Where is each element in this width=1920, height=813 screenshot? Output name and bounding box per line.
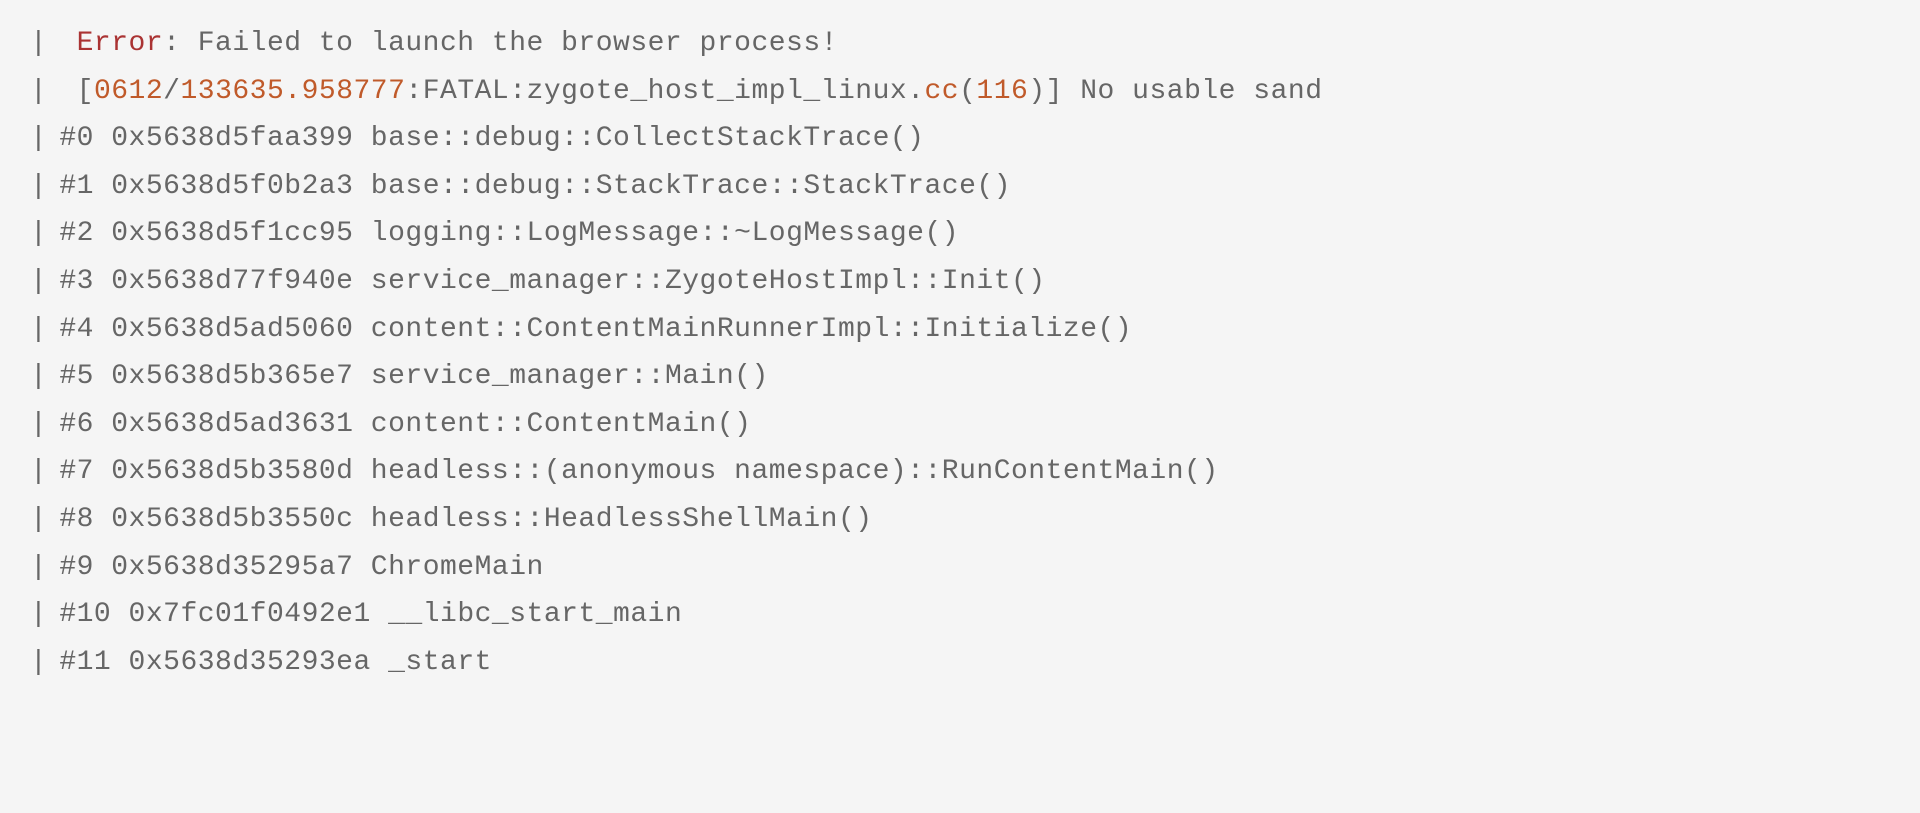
frame-symbol: base::debug::StackTrace::StackTrace() xyxy=(371,171,1011,202)
frame-symbol: __libc_start_main xyxy=(388,599,682,630)
pipe-char: | xyxy=(30,218,47,249)
pipe-char: | xyxy=(30,314,47,345)
frame-address: 0x7fc01f0492e1 xyxy=(129,599,371,630)
frame-index: #6 xyxy=(59,409,94,440)
stack-frame: | #5 0x5638d5b365e7 service_manager::Main… xyxy=(30,353,1890,401)
pipe-char: | xyxy=(30,171,47,202)
fatal-time: 133635.958777 xyxy=(180,76,405,107)
frame-index: #4 xyxy=(59,314,94,345)
frame-symbol: headless::HeadlessShellMain() xyxy=(371,504,873,535)
stack-frame: | #4 0x5638d5ad5060 content::ContentMainR… xyxy=(30,306,1890,354)
frame-index: #9 xyxy=(59,552,94,583)
stack-frame: | #1 0x5638d5f0b2a3 base::debug::StackTra… xyxy=(30,163,1890,211)
frame-symbol: headless::(anonymous namespace)::RunCont… xyxy=(371,456,1219,487)
stack-frame: | #6 0x5638d5ad3631 content::ContentMain(… xyxy=(30,401,1890,449)
stack-frame: | #8 0x5638d5b3550c headless::HeadlessShe… xyxy=(30,496,1890,544)
frame-address: 0x5638d35293ea xyxy=(129,647,371,678)
error-message: Failed to launch the browser process! xyxy=(198,28,838,59)
pipe-char: | xyxy=(30,647,47,678)
fatal-line: | [0612/133635.958777:FATAL:zygote_host_… xyxy=(30,68,1890,116)
frame-index: #8 xyxy=(59,504,94,535)
paren-open: ( xyxy=(959,76,976,107)
stack-frame: | #7 0x5638d5b3580d headless::(anonymous … xyxy=(30,448,1890,496)
frame-index: #3 xyxy=(59,266,94,297)
frame-address: 0x5638d5ad3631 xyxy=(111,409,353,440)
stack-trace: | #0 0x5638d5faa399 base::debug::CollectS… xyxy=(30,115,1890,686)
stack-frame: | #11 0x5638d35293ea _start xyxy=(30,639,1890,687)
frame-symbol: logging::LogMessage::~LogMessage() xyxy=(371,218,959,249)
bracket-open: [ xyxy=(77,76,94,107)
frame-symbol: base::debug::CollectStackTrace() xyxy=(371,123,925,154)
pipe-char: | xyxy=(30,456,47,487)
frame-address: 0x5638d5faa399 xyxy=(111,123,353,154)
fatal-ext: cc xyxy=(925,76,960,107)
stack-frame: | #10 0x7fc01f0492e1 __libc_start_main xyxy=(30,591,1890,639)
pipe-char: | xyxy=(30,504,47,535)
frame-address: 0x5638d5b3550c xyxy=(111,504,353,535)
slash: / xyxy=(163,76,180,107)
paren-close: )] xyxy=(1028,76,1063,107)
error-label: Error xyxy=(77,28,164,59)
frame-address: 0x5638d77f940e xyxy=(111,266,353,297)
stack-frame: | #0 0x5638d5faa399 base::debug::CollectS… xyxy=(30,115,1890,163)
fatal-msg: No usable sand xyxy=(1063,76,1323,107)
stack-frame: | #3 0x5638d77f940e service_manager::Zygo… xyxy=(30,258,1890,306)
frame-symbol: ChromeMain xyxy=(371,552,544,583)
pipe-char: | xyxy=(30,123,47,154)
frame-index: #5 xyxy=(59,361,94,392)
error-line: | Error: Failed to launch the browser pr… xyxy=(30,20,1890,68)
fatal-file: zygote_host_impl_linux. xyxy=(527,76,925,107)
frame-index: #10 xyxy=(59,599,111,630)
frame-symbol: service_manager::Main() xyxy=(371,361,769,392)
pipe-char: | xyxy=(30,266,47,297)
fatal-linenum: 116 xyxy=(976,76,1028,107)
frame-symbol: content::ContentMain() xyxy=(371,409,752,440)
frame-symbol: service_manager::ZygoteHostImpl::Init() xyxy=(371,266,1046,297)
frame-index: #0 xyxy=(59,123,94,154)
pipe-char: | xyxy=(30,552,47,583)
frame-index: #11 xyxy=(59,647,111,678)
pipe-char: | xyxy=(30,28,47,59)
frame-symbol: content::ContentMainRunnerImpl::Initiali… xyxy=(371,314,1132,345)
stack-frame: | #2 0x5638d5f1cc95 logging::LogMessage::… xyxy=(30,210,1890,258)
stack-frame: | #9 0x5638d35295a7 ChromeMain xyxy=(30,544,1890,592)
error-sep: : xyxy=(163,28,198,59)
frame-address: 0x5638d35295a7 xyxy=(111,552,353,583)
frame-address: 0x5638d5b3580d xyxy=(111,456,353,487)
pipe-char: | xyxy=(30,599,47,630)
frame-index: #7 xyxy=(59,456,94,487)
pipe-char: | xyxy=(30,76,47,107)
frame-address: 0x5638d5f0b2a3 xyxy=(111,171,353,202)
pipe-char: | xyxy=(30,409,47,440)
fatal-level: :FATAL: xyxy=(405,76,526,107)
frame-symbol: _start xyxy=(388,647,492,678)
fatal-date: 0612 xyxy=(94,76,163,107)
frame-index: #2 xyxy=(59,218,94,249)
frame-address: 0x5638d5f1cc95 xyxy=(111,218,353,249)
frame-index: #1 xyxy=(59,171,94,202)
frame-address: 0x5638d5b365e7 xyxy=(111,361,353,392)
frame-address: 0x5638d5ad5060 xyxy=(111,314,353,345)
pipe-char: | xyxy=(30,361,47,392)
